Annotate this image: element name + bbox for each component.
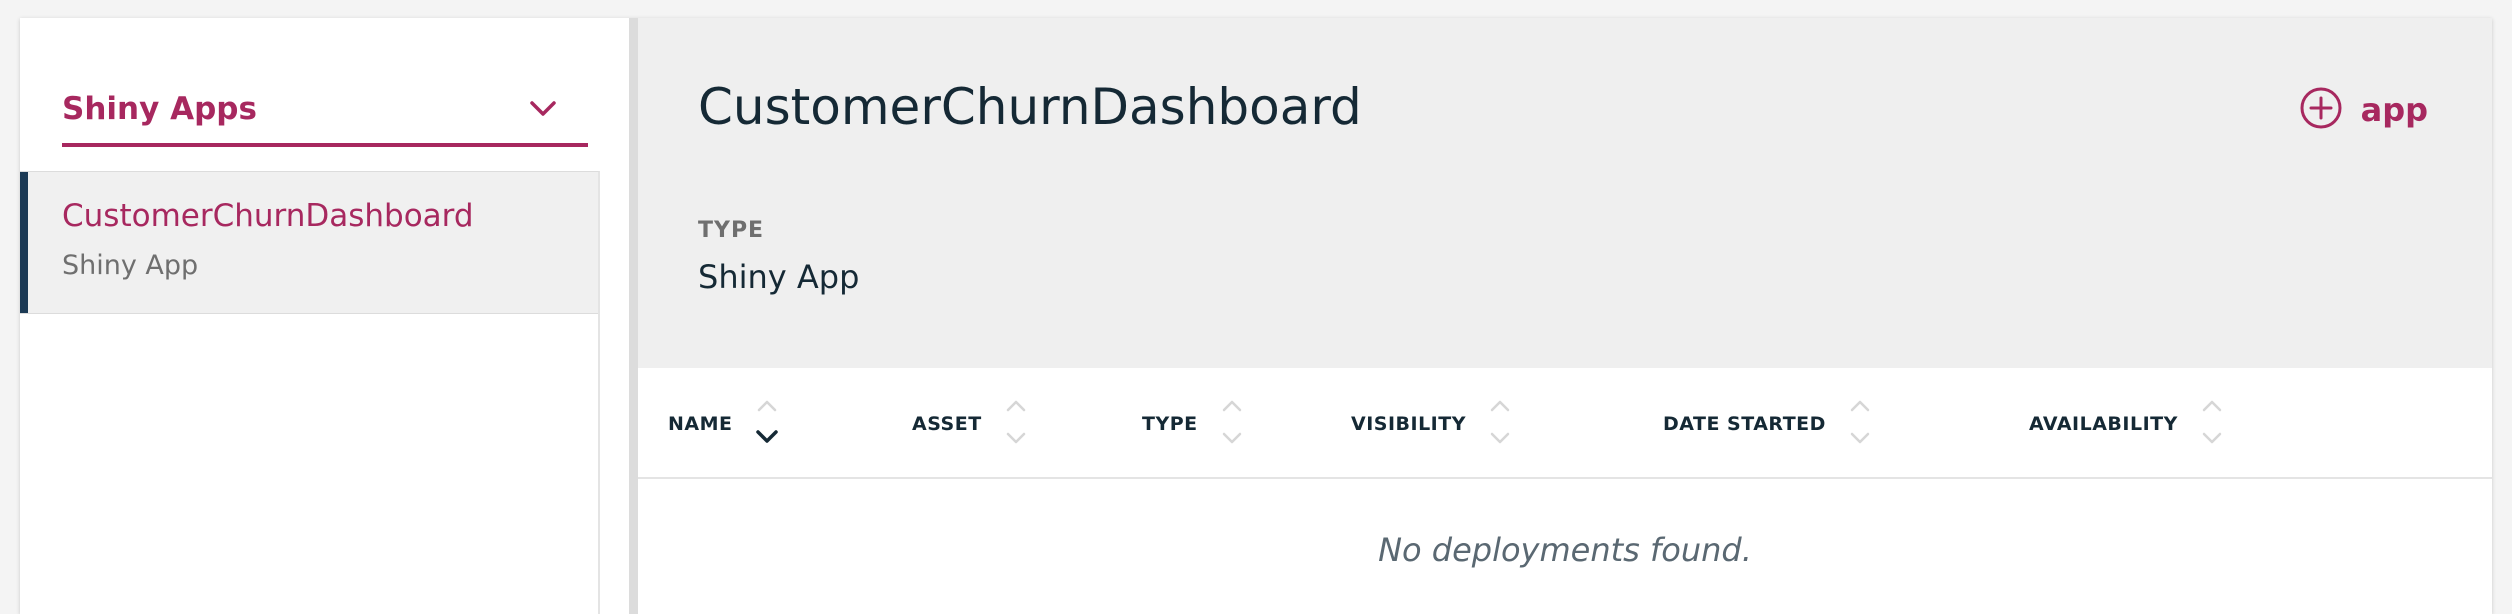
column-header-label: TYPE <box>1142 412 1198 435</box>
panel-divider[interactable] <box>629 18 638 614</box>
empty-state-message: No deployments found. <box>1378 531 1752 569</box>
sort-arrows-icon <box>2200 394 2224 454</box>
column-header-label: DATE STARTED <box>1663 412 1826 435</box>
column-header-availability[interactable]: AVAILABILITY <box>2029 368 2224 479</box>
add-app-button[interactable]: app <box>2299 86 2428 134</box>
asset-type-dropdown-value: Shiny Apps <box>62 91 257 127</box>
selected-indicator <box>20 172 28 313</box>
sort-arrows-icon <box>755 394 779 454</box>
table-header: NAME ASSET TYPE VISIBILITY DATE STARTED … <box>638 368 2492 479</box>
asset-list: CustomerChurnDashboard Shiny App <box>20 171 600 614</box>
column-header-label: AVAILABILITY <box>2029 412 2178 435</box>
plus-circle-icon <box>2299 86 2343 134</box>
column-header-type[interactable]: TYPE <box>1142 368 1244 479</box>
app-frame: Shiny Apps CustomerChurnDashboard Shiny … <box>20 18 2492 614</box>
column-header-visibility[interactable]: VISIBILITY <box>1351 368 1512 479</box>
asset-type-dropdown[interactable]: Shiny Apps <box>62 73 588 147</box>
list-item[interactable]: CustomerChurnDashboard Shiny App <box>20 172 598 314</box>
sort-arrows-icon <box>1488 394 1512 454</box>
column-header-label: NAME <box>668 412 733 435</box>
add-app-label: app <box>2360 91 2428 129</box>
sidebar: Shiny Apps CustomerChurnDashboard Shiny … <box>20 18 629 614</box>
detail-panel: CustomerChurnDashboard app TYPE Shiny Ap… <box>638 18 2492 614</box>
list-item-name: CustomerChurnDashboard <box>62 198 474 234</box>
chevron-down-icon <box>530 101 556 121</box>
page-title: CustomerChurnDashboard <box>698 78 1362 136</box>
type-caption: TYPE <box>698 218 765 243</box>
type-value: Shiny App <box>698 258 860 296</box>
column-header-name[interactable]: NAME <box>668 368 779 479</box>
empty-state: No deployments found. <box>638 479 2492 599</box>
column-header-label: ASSET <box>912 412 982 435</box>
list-item-type: Shiny App <box>62 250 199 281</box>
sort-arrows-icon <box>1848 394 1872 454</box>
column-header-asset[interactable]: ASSET <box>912 368 1028 479</box>
column-header-date-started[interactable]: DATE STARTED <box>1663 368 1872 479</box>
column-header-label: VISIBILITY <box>1351 412 1466 435</box>
sort-arrows-icon <box>1220 394 1244 454</box>
detail-header: CustomerChurnDashboard app TYPE Shiny Ap… <box>638 18 2492 368</box>
sort-arrows-icon <box>1004 394 1028 454</box>
